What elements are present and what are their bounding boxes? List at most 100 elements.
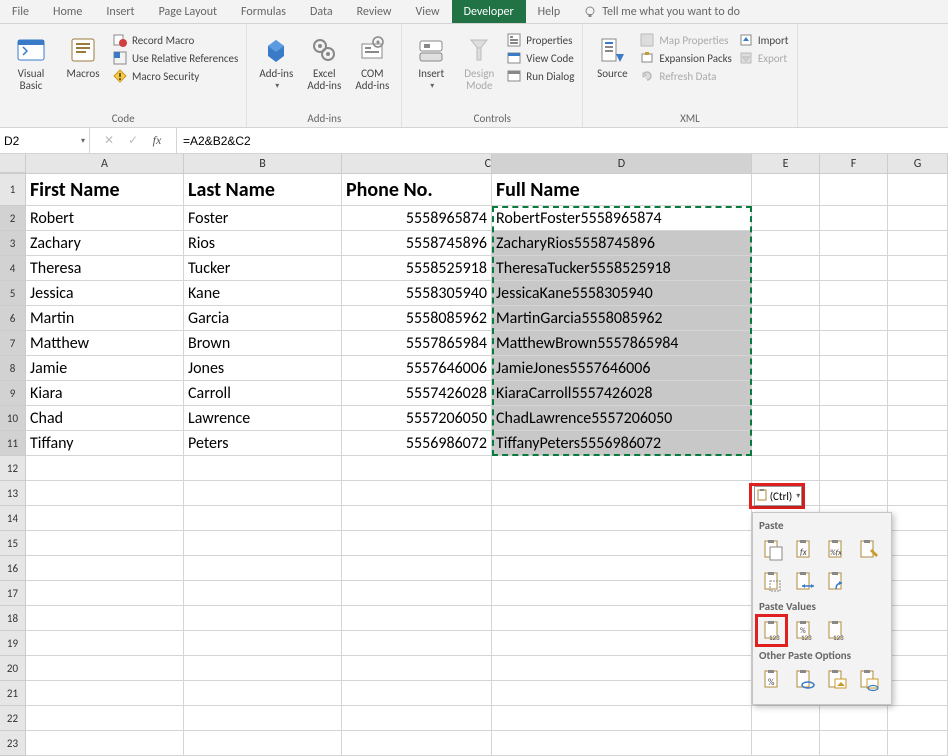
cell-D4[interactable]: TheresaTucker5558525918 (492, 256, 752, 281)
cell-G14[interactable] (888, 506, 948, 531)
name-box-input[interactable] (4, 134, 64, 148)
cell-F23[interactable] (820, 731, 888, 756)
cell-A18[interactable] (26, 606, 184, 631)
cell-B3[interactable]: Rios (184, 231, 342, 256)
tab-view[interactable]: View (404, 0, 452, 23)
tab-pagelayout[interactable]: Page Layout (147, 0, 229, 23)
cell-A2[interactable]: Robert (26, 206, 184, 231)
cell-F6[interactable] (820, 306, 888, 331)
cell-F7[interactable] (820, 331, 888, 356)
tab-formulas[interactable]: Formulas (229, 0, 298, 23)
cell-B4[interactable]: Tucker (184, 256, 342, 281)
chevron-down-icon[interactable]: ▾ (81, 136, 85, 146)
macros-button[interactable]: Macros (60, 28, 106, 80)
row-header-10[interactable]: 10 (0, 406, 26, 431)
visual-basic-button[interactable]: Visual Basic (8, 28, 54, 92)
cell-D15[interactable] (492, 531, 752, 556)
cell-D16[interactable] (492, 556, 752, 581)
cell-D3[interactable]: ZacharyRios5558745896 (492, 231, 752, 256)
source-button[interactable]: Source (591, 28, 633, 80)
row-header-15[interactable]: 15 (0, 531, 26, 556)
formula-input[interactable] (177, 134, 948, 148)
tab-file[interactable]: File (0, 0, 41, 23)
macro-security-button[interactable]: Macro Security (112, 68, 238, 84)
cell-E1[interactable] (752, 174, 820, 206)
map-properties-button[interactable]: Map Properties (639, 32, 731, 48)
cell-F5[interactable] (820, 281, 888, 306)
row-header-16[interactable]: 16 (0, 556, 26, 581)
row-header-14[interactable]: 14 (0, 506, 26, 531)
cell-G8[interactable] (888, 356, 948, 381)
cell-B12[interactable] (184, 456, 342, 481)
cell-G6[interactable] (888, 306, 948, 331)
tab-review[interactable]: Review (345, 0, 404, 23)
cell-D14[interactable] (492, 506, 752, 531)
name-box[interactable]: ▾ (0, 128, 90, 153)
col-header-A[interactable]: A (26, 154, 184, 173)
tab-help[interactable]: Help (526, 0, 573, 23)
cell-A10[interactable]: Chad (26, 406, 184, 431)
row-header-13[interactable]: 13 (0, 481, 26, 506)
cell-B11[interactable]: Peters (184, 431, 342, 456)
cancel-icon[interactable]: ✕ (102, 133, 116, 148)
cell-E7[interactable] (752, 331, 820, 356)
cell-B16[interactable] (184, 556, 342, 581)
cell-B7[interactable]: Brown (184, 331, 342, 356)
row-header-23[interactable]: 23 (0, 731, 26, 756)
view-code-button[interactable]: View Code (506, 50, 574, 66)
row-header-6[interactable]: 6 (0, 306, 26, 331)
cell-C14[interactable] (342, 506, 492, 531)
paste-linked-picture-button[interactable] (855, 666, 883, 694)
com-addins-button[interactable]: COM Add-ins (351, 28, 393, 92)
cell-E3[interactable] (752, 231, 820, 256)
cell-D11[interactable]: TiffanyPeters5556986072 (492, 431, 752, 456)
cell-A16[interactable] (26, 556, 184, 581)
cell-G1[interactable] (888, 174, 948, 206)
cell-C23[interactable] (342, 731, 492, 756)
cell-B14[interactable] (184, 506, 342, 531)
col-header-F[interactable]: F (820, 154, 888, 173)
properties-button[interactable]: Properties (506, 32, 574, 48)
relative-refs-button[interactable]: Use Relative References (112, 50, 238, 66)
cell-A17[interactable] (26, 581, 184, 606)
cell-B6[interactable]: Garcia (184, 306, 342, 331)
cell-E2[interactable] (752, 206, 820, 231)
cell-C4[interactable]: 5558525918 (342, 256, 492, 281)
cell-B21[interactable] (184, 681, 342, 706)
cell-G23[interactable] (888, 731, 948, 756)
cell-C20[interactable] (342, 656, 492, 681)
cell-G10[interactable] (888, 406, 948, 431)
row-header-19[interactable]: 19 (0, 631, 26, 656)
cell-G5[interactable] (888, 281, 948, 306)
paste-keep-fmt-button[interactable] (855, 536, 883, 564)
enter-icon[interactable]: ✓ (126, 133, 140, 148)
cell-D10[interactable]: ChadLawrence5557206050 (492, 406, 752, 431)
cell-C9[interactable]: 5557426028 (342, 381, 492, 406)
cell-D7[interactable]: MatthewBrown5557865984 (492, 331, 752, 356)
cell-B15[interactable] (184, 531, 342, 556)
cell-D13[interactable] (492, 481, 752, 506)
cell-F8[interactable] (820, 356, 888, 381)
row-header-3[interactable]: 3 (0, 231, 26, 256)
cell-G22[interactable] (888, 706, 948, 731)
cell-G13[interactable] (888, 481, 948, 506)
cell-C15[interactable] (342, 531, 492, 556)
paste-link-button[interactable] (791, 666, 819, 694)
cell-A11[interactable]: Tiffany (26, 431, 184, 456)
insert-control-button[interactable]: Insert ▾ (410, 28, 452, 91)
cell-G9[interactable] (888, 381, 948, 406)
cell-G20[interactable] (888, 656, 948, 681)
cell-B2[interactable]: Foster (184, 206, 342, 231)
paste-formulas-button[interactable]: fx (791, 536, 819, 564)
cell-C6[interactable]: 5558085962 (342, 306, 492, 331)
cell-D18[interactable] (492, 606, 752, 631)
paste-formulas-fmt-button[interactable]: %fx (823, 536, 851, 564)
import-button[interactable]: Import (738, 32, 789, 48)
paste-formatting-button[interactable]: % (759, 666, 787, 694)
row-header-4[interactable]: 4 (0, 256, 26, 281)
cell-A21[interactable] (26, 681, 184, 706)
cell-F3[interactable] (820, 231, 888, 256)
cell-C8[interactable]: 5557646006 (342, 356, 492, 381)
cell-D5[interactable]: JessicaKane5558305940 (492, 281, 752, 306)
cell-B18[interactable] (184, 606, 342, 631)
